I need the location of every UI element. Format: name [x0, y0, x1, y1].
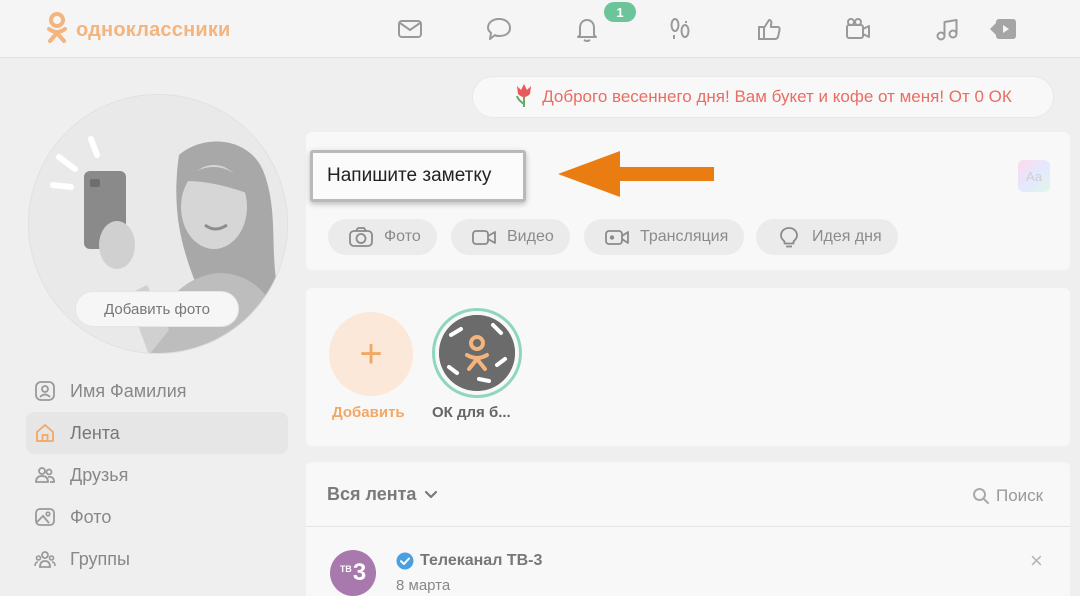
sidebar-item-profile[interactable]: Имя Фамилия [26, 370, 288, 412]
chip-photo[interactable]: Фото [328, 219, 437, 255]
plus-icon: + [359, 332, 383, 376]
sidebar-item-photos[interactable]: Фото [26, 496, 288, 538]
font-style-button[interactable]: Aa [1018, 160, 1050, 192]
video-play-icon[interactable] [986, 12, 1020, 46]
close-icon[interactable]: × [1030, 548, 1043, 574]
promo-text: Доброго весеннего дня! Вам букет и кофе … [542, 87, 1012, 106]
sidebar-item-groups[interactable]: Группы [26, 538, 288, 580]
add-photo-button[interactable]: Добавить фото [75, 291, 239, 327]
post-author-name: Телеканал ТВ-3 [420, 552, 543, 569]
tulip-icon [514, 82, 534, 113]
chip-idea[interactable]: Идея дня [756, 219, 898, 255]
stories-card [306, 288, 1070, 446]
sidebar-item-friends[interactable]: Друзья [26, 454, 288, 496]
feed-search-button[interactable]: Поиск [972, 486, 1043, 506]
chip-broadcast[interactable]: Трансляция [584, 219, 745, 255]
sidebar-item-label: Группы [70, 548, 130, 569]
video-camera-icon[interactable] [841, 12, 875, 46]
feed-title-label: Вся лента [327, 484, 417, 504]
video-icon [472, 230, 496, 245]
chevron-down-icon [425, 490, 438, 498]
post-date: 8 марта [396, 577, 451, 594]
feed-filter-dropdown[interactable]: Вся лента [327, 484, 438, 505]
feed-card [306, 462, 1070, 596]
notification-badge: 1 [604, 2, 636, 22]
photo-icon [35, 508, 55, 526]
footprints-icon[interactable] [663, 12, 697, 46]
sidebar-item-label: Лента [70, 422, 120, 443]
story-item[interactable] [432, 308, 522, 398]
home-icon [36, 424, 54, 442]
lightbulb-icon [780, 227, 798, 248]
search-icon [973, 488, 989, 504]
chip-label: Видео [507, 228, 554, 245]
chip-video[interactable]: Видео [451, 219, 570, 255]
chip-label: Фото [384, 228, 421, 245]
sidebar-item-feed[interactable]: Лента [26, 412, 288, 454]
sidebar-item-label: Имя Фамилия [70, 380, 187, 401]
thumbs-up-icon[interactable] [752, 12, 786, 46]
ok-logo-icon [439, 315, 515, 391]
story-label: ОК для б... [432, 404, 511, 421]
top-bar: одноклассники 1 [0, 0, 1080, 58]
ok-logo-icon [46, 12, 68, 49]
logo-text: одноклассники [76, 19, 231, 41]
groups-icon [34, 551, 56, 568]
add-story-button[interactable]: + [329, 312, 413, 396]
avatar-text-small: ТВ [339, 564, 352, 574]
chip-label: Трансляция [640, 228, 729, 245]
chat-icon[interactable] [482, 12, 516, 46]
author-avatar[interactable]: ТВ 3 [330, 550, 376, 596]
promo-banner[interactable]: Доброго весеннего дня! Вам букет и кофе … [472, 76, 1054, 118]
feed-search-label: Поиск [996, 486, 1044, 505]
friends-icon [35, 467, 55, 483]
verified-check-icon [396, 552, 414, 570]
note-input[interactable]: Напишите заметку [310, 150, 526, 202]
sidebar-item-label: Фото [70, 506, 112, 527]
sidebar-menu: Имя Фамилия Лента Друзья Фото Группы [26, 370, 288, 580]
mail-icon[interactable] [393, 12, 427, 46]
post-author[interactable]: Телеканал ТВ-3 [396, 552, 542, 570]
camera-icon [349, 227, 373, 247]
sidebar-item-label: Друзья [70, 464, 129, 485]
user-icon [35, 381, 55, 401]
chip-label: Идея дня [812, 228, 882, 245]
music-note-icon[interactable] [930, 12, 964, 46]
logo[interactable]: одноклассники [46, 12, 231, 49]
avatar-text-big: 3 [352, 559, 367, 586]
add-story-label: Добавить [332, 404, 405, 421]
bell-icon[interactable] [570, 12, 604, 46]
divider [306, 526, 1070, 527]
broadcast-icon [605, 230, 629, 245]
arrow-annotation-icon [558, 151, 714, 197]
